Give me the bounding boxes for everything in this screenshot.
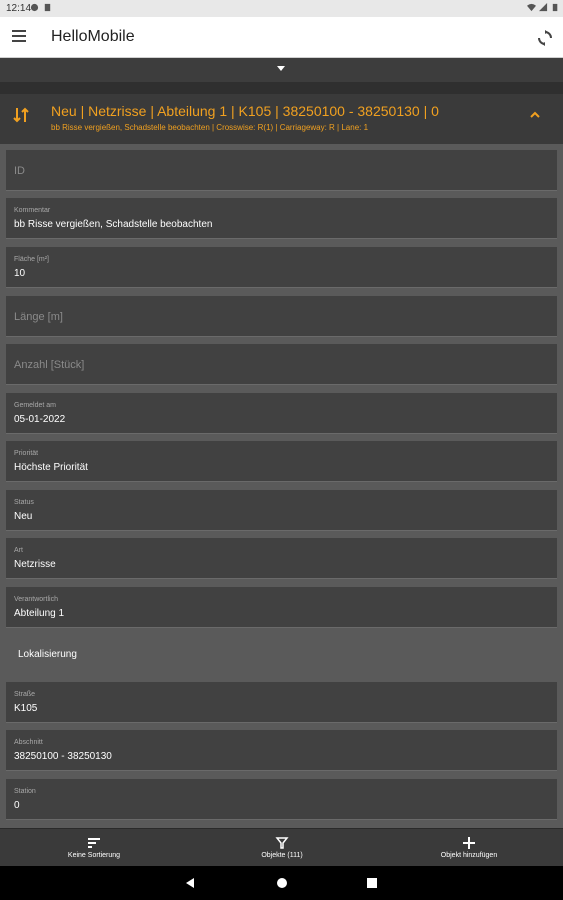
laenge-placeholder: Länge [m] <box>14 311 63 323</box>
status-field[interactable]: Status Neu <box>6 490 557 531</box>
id-placeholder: ID <box>14 165 25 177</box>
verantwortlich-value: Abteilung 1 <box>14 608 65 619</box>
add-object-button[interactable]: Objekt hinzufügen <box>399 829 539 867</box>
status-bar: 12:14 <box>0 0 563 17</box>
prioritaet-field[interactable]: Priorität Höchste Priorität <box>6 441 557 482</box>
wifi-icon <box>527 3 536 12</box>
chevron-up-icon[interactable] <box>529 110 541 120</box>
abschnitt-label: Abschnitt <box>14 739 43 746</box>
laenge-field[interactable]: Länge [m] <box>6 296 557 337</box>
verantwortlich-label: Verantwortlich <box>14 596 58 603</box>
spacer <box>0 82 563 94</box>
station-label: Station <box>14 788 36 795</box>
art-field[interactable]: Art Netzrisse <box>6 538 557 579</box>
flaeche-field[interactable]: Fläche [m²] 10 <box>6 247 557 288</box>
kommentar-label: Kommentar <box>14 207 51 214</box>
collapse-bar[interactable] <box>0 58 563 82</box>
art-value: Netzrisse <box>14 559 56 570</box>
system-nav-bar <box>0 866 563 900</box>
sim-icon <box>44 3 51 12</box>
record-header: Neu | Netzrisse | Abteilung 1 | K105 | 3… <box>0 94 563 144</box>
gemeldet-value: 05-01-2022 <box>14 414 66 425</box>
gemeldet-field[interactable]: Gemeldet am 05-01-2022 <box>6 393 557 434</box>
plus-icon <box>463 837 475 849</box>
sort-label: Keine Sortierung <box>67 852 121 859</box>
gemeldet-label: Gemeldet am <box>14 402 57 409</box>
id-field[interactable]: ID <box>6 150 557 191</box>
prioritaet-label: Priorität <box>14 450 39 457</box>
sync-icon[interactable] <box>536 29 554 47</box>
record-subtitle: bb Risse vergießen, Schadstelle beobacht… <box>51 123 369 132</box>
art-label: Art <box>14 547 23 554</box>
station-field[interactable]: Station 0 <box>6 779 557 820</box>
caret-down-icon[interactable] <box>277 66 285 71</box>
app-bar: HelloMobile <box>0 17 563 58</box>
strasse-label: Straße <box>14 691 36 698</box>
station-value: 0 <box>14 800 20 811</box>
verantwortlich-field[interactable]: Verantwortlich Abteilung 1 <box>6 587 557 628</box>
status-label: Status <box>14 499 34 506</box>
status-value: Neu <box>14 511 33 522</box>
sort-button[interactable]: Keine Sortierung <box>24 829 164 867</box>
sort-icon[interactable] <box>12 106 30 124</box>
back-icon[interactable] <box>186 878 194 888</box>
objects-label: Objekte (111) <box>261 852 303 859</box>
kommentar-field[interactable]: Kommentar bb Risse vergießen, Schadstell… <box>6 198 557 239</box>
anzahl-field[interactable]: Anzahl [Stück] <box>6 344 557 385</box>
abschnitt-field[interactable]: Abschnitt 38250100 - 38250130 <box>6 730 557 771</box>
flaeche-value: 10 <box>14 268 26 279</box>
anzahl-placeholder: Anzahl [Stück] <box>14 359 85 371</box>
filter-icon <box>275 837 289 849</box>
add-object-label: Objekt hinzufügen <box>440 852 498 859</box>
status-time: 12:14 <box>6 3 32 14</box>
vpn-icon <box>30 3 39 12</box>
abschnitt-value: 38250100 - 38250130 <box>14 751 112 762</box>
app-title: HelloMobile <box>51 28 135 45</box>
menu-icon[interactable] <box>12 30 26 42</box>
record-title: Neu | Netzrisse | Abteilung 1 | K105 | 3… <box>51 103 439 119</box>
bottom-nav: Keine Sortierung Objekte (111) Objekt hi… <box>0 828 563 867</box>
strasse-value: K105 <box>14 703 38 714</box>
sort-lines-icon <box>88 838 100 848</box>
home-icon[interactable] <box>277 878 287 888</box>
prioritaet-value: Höchste Priorität <box>14 462 88 473</box>
objects-button[interactable]: Objekte (111) <box>212 829 352 867</box>
flaeche-label: Fläche [m²] <box>14 256 50 263</box>
strasse-field[interactable]: Straße K105 <box>6 682 557 723</box>
recents-icon[interactable] <box>367 878 377 888</box>
kommentar-value: bb Risse vergießen, Schadstelle beobacht… <box>14 219 213 230</box>
battery-icon <box>552 3 558 12</box>
signal-icon <box>539 3 548 12</box>
section-title-lokalisierung: Lokalisierung <box>18 649 77 660</box>
